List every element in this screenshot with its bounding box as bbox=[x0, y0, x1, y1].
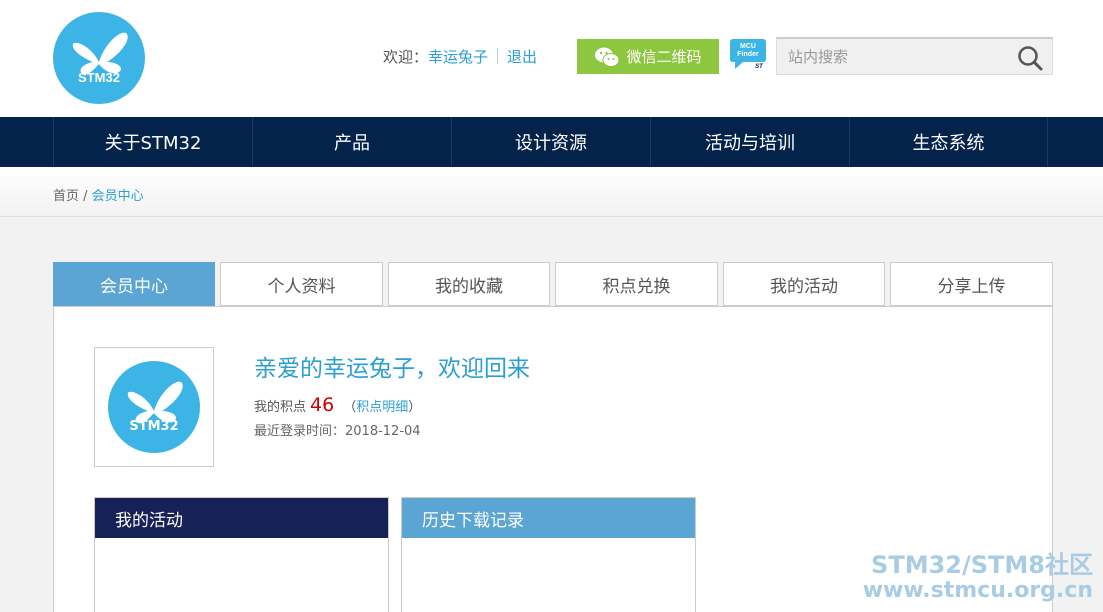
avatar-logo: STM32 bbox=[108, 361, 200, 453]
search-icon[interactable] bbox=[1016, 44, 1044, 72]
member-tabs: 会员中心 个人资料 我的收藏 积点兑换 我的活动 分享上传 bbox=[53, 262, 1053, 306]
nav-item-products[interactable]: 产品 bbox=[252, 117, 451, 167]
avatar[interactable]: STM32 bbox=[94, 347, 214, 467]
points-detail-close: ） bbox=[408, 400, 422, 415]
divider bbox=[497, 48, 499, 64]
tab-favorites[interactable]: 我的收藏 bbox=[388, 262, 550, 306]
nav-item-about[interactable]: 关于STM32 bbox=[53, 117, 252, 167]
mcu-finder-icon[interactable]: MCU Finder ST bbox=[729, 37, 767, 71]
logout-link[interactable]: 退出 bbox=[507, 46, 537, 67]
my-activities-panel: 我的活动 bbox=[94, 497, 389, 612]
welcome-label: 欢迎： bbox=[383, 47, 429, 66]
username-link[interactable]: 幸运兔子 bbox=[428, 46, 488, 67]
breadcrumb-home[interactable]: 首页 bbox=[53, 189, 79, 204]
points-value: 46 bbox=[310, 394, 335, 416]
butterfly-icon bbox=[127, 381, 183, 424]
wechat-qrcode-button[interactable]: 微信二维码 bbox=[577, 39, 719, 74]
points-detail-link[interactable]: 积点明细 bbox=[356, 396, 408, 415]
welcome-bar: 欢迎： 幸运兔子 退出 bbox=[383, 46, 537, 66]
mcu-finder-line1: MCU bbox=[740, 43, 756, 50]
logo-text: STM32 bbox=[78, 70, 120, 85]
site-search bbox=[776, 37, 1053, 75]
last-login-time: 最近登录时间：2018-12-04 bbox=[254, 424, 421, 439]
main-nav: 关于STM32 产品 设计资源 活动与培训 生态系统 bbox=[0, 117, 1103, 167]
breadcrumb: 首页 / 会员中心 bbox=[53, 185, 144, 204]
nav-item-ecosystem[interactable]: 生态系统 bbox=[849, 117, 1048, 167]
panel-title-downloads: 历史下载记录 bbox=[402, 498, 695, 538]
watermark-line1: STM32/STM8社区 bbox=[871, 551, 1093, 579]
breadcrumb-bar: 首页 / 会员中心 bbox=[0, 167, 1103, 217]
download-history-panel: 历史下载记录 bbox=[401, 497, 696, 612]
stm32-logo[interactable]: STM32 bbox=[53, 12, 145, 104]
wechat-icon bbox=[595, 47, 620, 67]
site-header: STM32 欢迎： 幸运兔子 退出 微信二维码 MCU Finder ST bbox=[0, 0, 1103, 117]
breadcrumb-separator: / bbox=[79, 189, 92, 204]
tab-my-activities[interactable]: 我的活动 bbox=[723, 262, 885, 306]
avatar-logo-text: STM32 bbox=[129, 419, 179, 434]
nav-item-events-training[interactable]: 活动与培训 bbox=[650, 117, 849, 167]
panel-title-activities: 我的活动 bbox=[95, 498, 388, 538]
butterfly-icon bbox=[72, 32, 128, 75]
wechat-button-label: 微信二维码 bbox=[626, 48, 702, 66]
svg-text:ST: ST bbox=[755, 64, 764, 70]
tab-profile[interactable]: 个人资料 bbox=[220, 262, 383, 306]
watermark: STM32/STM8社区 www.stmcu.org.cn bbox=[863, 552, 1093, 604]
points-label: 我的积点 bbox=[254, 400, 307, 415]
nav-item-design-resources[interactable]: 设计资源 bbox=[451, 117, 650, 167]
search-input[interactable] bbox=[777, 39, 1009, 74]
points-summary: 我的积点 46 （积点明细） bbox=[254, 394, 421, 416]
points-detail-open: （ bbox=[343, 400, 357, 415]
tab-share-upload[interactable]: 分享上传 bbox=[890, 262, 1053, 306]
watermark-line2: www.stmcu.org.cn bbox=[862, 578, 1093, 603]
mcu-finder-line2: Finder bbox=[737, 51, 759, 58]
breadcrumb-current[interactable]: 会员中心 bbox=[92, 189, 144, 204]
tab-points-exchange[interactable]: 积点兑换 bbox=[555, 262, 718, 306]
tab-member-center[interactable]: 会员中心 bbox=[53, 262, 215, 306]
greeting-title: 亲爱的幸运兔子，欢迎回来 bbox=[254, 356, 530, 382]
